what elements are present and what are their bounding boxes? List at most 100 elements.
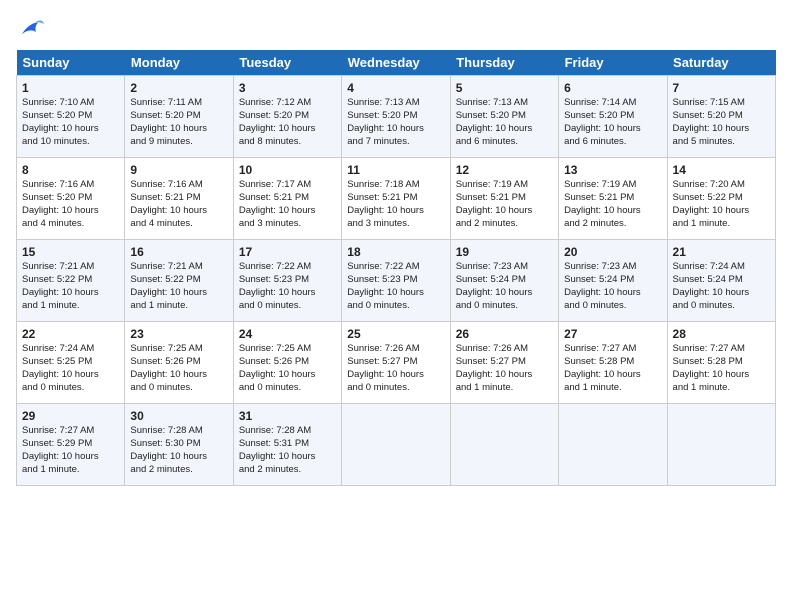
day-info: Sunrise: 7:19 AM Sunset: 5:21 PM Dayligh… (456, 179, 553, 230)
calendar-cell: 19Sunrise: 7:23 AM Sunset: 5:24 PM Dayli… (450, 240, 558, 322)
day-number: 27 (564, 326, 661, 342)
day-info: Sunrise: 7:24 AM Sunset: 5:25 PM Dayligh… (22, 343, 119, 394)
calendar-week-4: 22Sunrise: 7:24 AM Sunset: 5:25 PM Dayli… (17, 322, 776, 404)
day-info: Sunrise: 7:20 AM Sunset: 5:22 PM Dayligh… (673, 179, 770, 230)
day-info: Sunrise: 7:27 AM Sunset: 5:29 PM Dayligh… (22, 425, 119, 476)
calendar-cell: 3Sunrise: 7:12 AM Sunset: 5:20 PM Daylig… (233, 76, 341, 158)
calendar-cell (450, 404, 558, 486)
calendar-cell: 25Sunrise: 7:26 AM Sunset: 5:27 PM Dayli… (342, 322, 450, 404)
day-info: Sunrise: 7:16 AM Sunset: 5:21 PM Dayligh… (130, 179, 227, 230)
calendar-week-2: 8Sunrise: 7:16 AM Sunset: 5:20 PM Daylig… (17, 158, 776, 240)
header-cell-wednesday: Wednesday (342, 50, 450, 76)
day-info: Sunrise: 7:26 AM Sunset: 5:27 PM Dayligh… (456, 343, 553, 394)
calendar-body: 1Sunrise: 7:10 AM Sunset: 5:20 PM Daylig… (17, 76, 776, 486)
day-info: Sunrise: 7:17 AM Sunset: 5:21 PM Dayligh… (239, 179, 336, 230)
day-info: Sunrise: 7:26 AM Sunset: 5:27 PM Dayligh… (347, 343, 444, 394)
day-info: Sunrise: 7:16 AM Sunset: 5:20 PM Dayligh… (22, 179, 119, 230)
day-info: Sunrise: 7:27 AM Sunset: 5:28 PM Dayligh… (673, 343, 770, 394)
logo-icon (16, 16, 46, 40)
day-info: Sunrise: 7:27 AM Sunset: 5:28 PM Dayligh… (564, 343, 661, 394)
day-info: Sunrise: 7:21 AM Sunset: 5:22 PM Dayligh… (22, 261, 119, 312)
calendar-cell: 18Sunrise: 7:22 AM Sunset: 5:23 PM Dayli… (342, 240, 450, 322)
day-info: Sunrise: 7:13 AM Sunset: 5:20 PM Dayligh… (456, 97, 553, 148)
day-number: 29 (22, 408, 119, 424)
day-number: 3 (239, 80, 336, 96)
day-number: 1 (22, 80, 119, 96)
header-row: SundayMondayTuesdayWednesdayThursdayFrid… (17, 50, 776, 76)
day-number: 28 (673, 326, 770, 342)
calendar-cell: 13Sunrise: 7:19 AM Sunset: 5:21 PM Dayli… (559, 158, 667, 240)
calendar-cell: 2Sunrise: 7:11 AM Sunset: 5:20 PM Daylig… (125, 76, 233, 158)
logo (16, 16, 50, 40)
day-number: 12 (456, 162, 553, 178)
calendar-cell: 16Sunrise: 7:21 AM Sunset: 5:22 PM Dayli… (125, 240, 233, 322)
day-number: 22 (22, 326, 119, 342)
calendar-cell: 7Sunrise: 7:15 AM Sunset: 5:20 PM Daylig… (667, 76, 775, 158)
day-number: 16 (130, 244, 227, 260)
calendar-cell: 26Sunrise: 7:26 AM Sunset: 5:27 PM Dayli… (450, 322, 558, 404)
day-number: 21 (673, 244, 770, 260)
calendar-week-3: 15Sunrise: 7:21 AM Sunset: 5:22 PM Dayli… (17, 240, 776, 322)
day-number: 7 (673, 80, 770, 96)
header-cell-tuesday: Tuesday (233, 50, 341, 76)
calendar-cell: 10Sunrise: 7:17 AM Sunset: 5:21 PM Dayli… (233, 158, 341, 240)
day-number: 23 (130, 326, 227, 342)
day-number: 8 (22, 162, 119, 178)
calendar-cell: 24Sunrise: 7:25 AM Sunset: 5:26 PM Dayli… (233, 322, 341, 404)
header-cell-monday: Monday (125, 50, 233, 76)
day-info: Sunrise: 7:23 AM Sunset: 5:24 PM Dayligh… (456, 261, 553, 312)
calendar-cell: 6Sunrise: 7:14 AM Sunset: 5:20 PM Daylig… (559, 76, 667, 158)
calendar-cell: 28Sunrise: 7:27 AM Sunset: 5:28 PM Dayli… (667, 322, 775, 404)
page: SundayMondayTuesdayWednesdayThursdayFrid… (0, 0, 792, 496)
day-number: 25 (347, 326, 444, 342)
header-cell-thursday: Thursday (450, 50, 558, 76)
day-info: Sunrise: 7:23 AM Sunset: 5:24 PM Dayligh… (564, 261, 661, 312)
day-number: 17 (239, 244, 336, 260)
day-info: Sunrise: 7:24 AM Sunset: 5:24 PM Dayligh… (673, 261, 770, 312)
calendar-cell: 12Sunrise: 7:19 AM Sunset: 5:21 PM Dayli… (450, 158, 558, 240)
calendar-table: SundayMondayTuesdayWednesdayThursdayFrid… (16, 50, 776, 486)
day-number: 24 (239, 326, 336, 342)
day-info: Sunrise: 7:10 AM Sunset: 5:20 PM Dayligh… (22, 97, 119, 148)
calendar-cell: 4Sunrise: 7:13 AM Sunset: 5:20 PM Daylig… (342, 76, 450, 158)
day-number: 14 (673, 162, 770, 178)
calendar-header: SundayMondayTuesdayWednesdayThursdayFrid… (17, 50, 776, 76)
day-info: Sunrise: 7:25 AM Sunset: 5:26 PM Dayligh… (239, 343, 336, 394)
day-info: Sunrise: 7:28 AM Sunset: 5:30 PM Dayligh… (130, 425, 227, 476)
day-info: Sunrise: 7:22 AM Sunset: 5:23 PM Dayligh… (239, 261, 336, 312)
day-number: 20 (564, 244, 661, 260)
calendar-cell: 27Sunrise: 7:27 AM Sunset: 5:28 PM Dayli… (559, 322, 667, 404)
calendar-cell: 15Sunrise: 7:21 AM Sunset: 5:22 PM Dayli… (17, 240, 125, 322)
day-number: 13 (564, 162, 661, 178)
calendar-cell: 30Sunrise: 7:28 AM Sunset: 5:30 PM Dayli… (125, 404, 233, 486)
calendar-week-1: 1Sunrise: 7:10 AM Sunset: 5:20 PM Daylig… (17, 76, 776, 158)
header (16, 16, 776, 40)
calendar-cell: 14Sunrise: 7:20 AM Sunset: 5:22 PM Dayli… (667, 158, 775, 240)
calendar-cell: 23Sunrise: 7:25 AM Sunset: 5:26 PM Dayli… (125, 322, 233, 404)
calendar-cell: 21Sunrise: 7:24 AM Sunset: 5:24 PM Dayli… (667, 240, 775, 322)
day-number: 11 (347, 162, 444, 178)
calendar-cell (667, 404, 775, 486)
calendar-cell: 8Sunrise: 7:16 AM Sunset: 5:20 PM Daylig… (17, 158, 125, 240)
day-info: Sunrise: 7:12 AM Sunset: 5:20 PM Dayligh… (239, 97, 336, 148)
calendar-week-5: 29Sunrise: 7:27 AM Sunset: 5:29 PM Dayli… (17, 404, 776, 486)
day-info: Sunrise: 7:21 AM Sunset: 5:22 PM Dayligh… (130, 261, 227, 312)
day-info: Sunrise: 7:22 AM Sunset: 5:23 PM Dayligh… (347, 261, 444, 312)
calendar-cell: 5Sunrise: 7:13 AM Sunset: 5:20 PM Daylig… (450, 76, 558, 158)
calendar-cell: 22Sunrise: 7:24 AM Sunset: 5:25 PM Dayli… (17, 322, 125, 404)
day-info: Sunrise: 7:25 AM Sunset: 5:26 PM Dayligh… (130, 343, 227, 394)
day-info: Sunrise: 7:13 AM Sunset: 5:20 PM Dayligh… (347, 97, 444, 148)
day-number: 9 (130, 162, 227, 178)
day-number: 10 (239, 162, 336, 178)
calendar-cell: 17Sunrise: 7:22 AM Sunset: 5:23 PM Dayli… (233, 240, 341, 322)
day-number: 18 (347, 244, 444, 260)
header-cell-sunday: Sunday (17, 50, 125, 76)
day-number: 2 (130, 80, 227, 96)
calendar-cell: 9Sunrise: 7:16 AM Sunset: 5:21 PM Daylig… (125, 158, 233, 240)
calendar-cell: 11Sunrise: 7:18 AM Sunset: 5:21 PM Dayli… (342, 158, 450, 240)
calendar-cell: 1Sunrise: 7:10 AM Sunset: 5:20 PM Daylig… (17, 76, 125, 158)
calendar-cell: 31Sunrise: 7:28 AM Sunset: 5:31 PM Dayli… (233, 404, 341, 486)
calendar-cell: 20Sunrise: 7:23 AM Sunset: 5:24 PM Dayli… (559, 240, 667, 322)
day-number: 5 (456, 80, 553, 96)
day-number: 30 (130, 408, 227, 424)
